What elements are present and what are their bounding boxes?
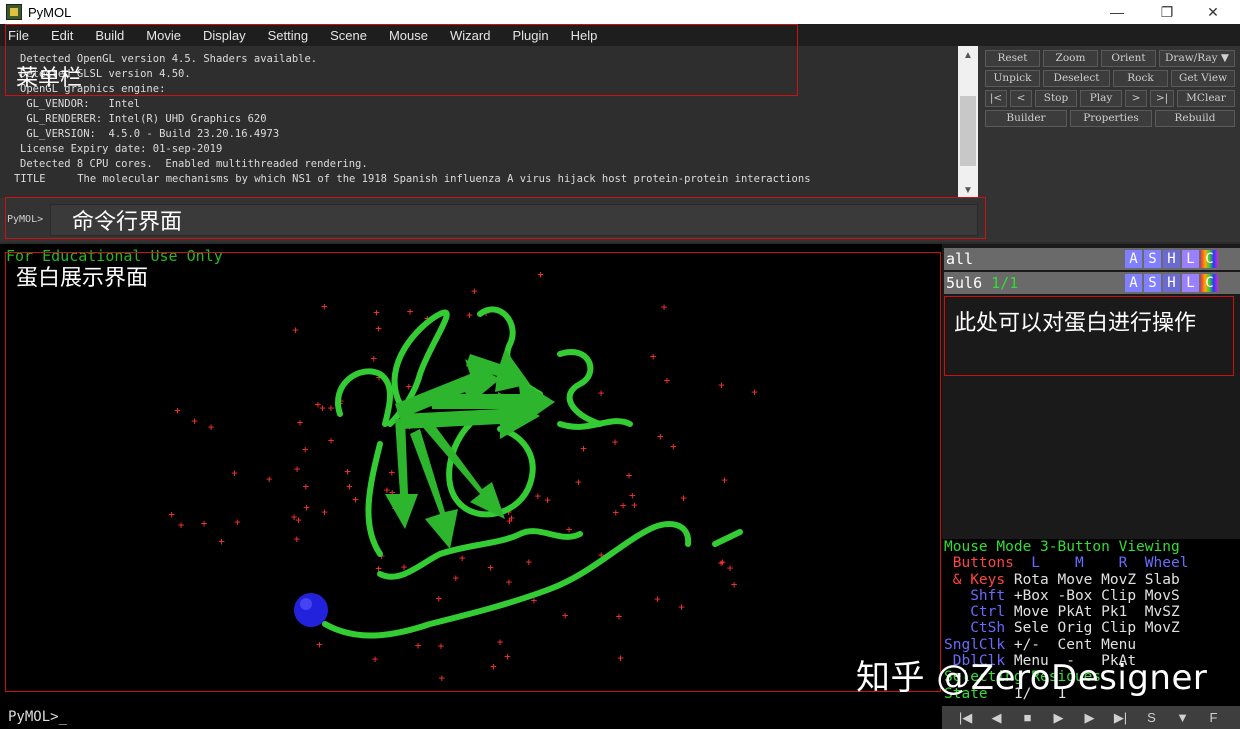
properties-button[interactable]: Properties — [1070, 110, 1152, 127]
unpick-button[interactable]: Unpick — [985, 70, 1040, 87]
deselect-button[interactable]: Deselect — [1043, 70, 1110, 87]
text-cursor: _ — [58, 709, 68, 725]
console-line: GL_VERSION: 4.5.0 - Build 23.20.16.4973 — [20, 128, 280, 140]
orient-button[interactable]: Orient — [1101, 50, 1156, 67]
keys-values: Rota Move MovZ Slab — [1005, 571, 1180, 588]
console-line: License Expiry date: 01-sep-2019 — [20, 143, 223, 155]
zoom-button[interactable]: Zoom — [1043, 50, 1098, 67]
protein-view-annotation-box — [5, 252, 941, 692]
console-line: TITLE The molecular mechanisms by which … — [14, 173, 811, 185]
scene-button[interactable]: S — [1136, 710, 1167, 725]
menu-bar-annotation: 菜单栏 — [16, 66, 83, 91]
action-button[interactable]: A — [1125, 274, 1142, 292]
keys-label: & Keys — [944, 571, 1006, 588]
object-name[interactable]: all — [946, 250, 973, 268]
expand-down-icon[interactable]: ▼ — [1167, 710, 1198, 725]
window-title: PyMOL — [28, 4, 72, 20]
buttons-label: Buttons — [952, 555, 1014, 572]
next-frame-button[interactable]: > — [1125, 90, 1147, 107]
show-button[interactable]: S — [1144, 250, 1161, 268]
viewer-command-input[interactable]: PyMOL>_ — [0, 706, 942, 729]
play-button[interactable]: Play — [1080, 90, 1122, 107]
object-state: 1/1 — [991, 274, 1019, 292]
ctrl-values: Move PkAt Pk1 MvSZ — [1005, 604, 1180, 621]
mouse-mode-value[interactable]: 3-Button Viewing — [1040, 539, 1180, 555]
play-icon[interactable]: ▶ — [1043, 710, 1074, 726]
mclear-button[interactable]: MClear — [1177, 90, 1235, 107]
last-frame-button[interactable]: >| — [1150, 90, 1174, 107]
maximize-button[interactable]: ❐ — [1144, 0, 1190, 24]
color-button[interactable]: C — [1201, 250, 1218, 268]
label-button[interactable]: L — [1182, 274, 1199, 292]
minimize-button[interactable]: — — [1094, 0, 1140, 24]
rock-button[interactable]: Rock — [1113, 70, 1168, 87]
fullscreen-button[interactable]: F — [1198, 710, 1229, 725]
object-name-group[interactable]: 5ul6 1/1 — [946, 274, 1018, 292]
scroll-up-icon[interactable]: ▲ — [958, 50, 978, 61]
prev-frame-icon[interactable]: ◀ — [981, 710, 1012, 726]
object-name[interactable]: 5ul6 — [946, 274, 982, 292]
first-frame-icon[interactable]: |◀ — [950, 710, 981, 726]
object-row-all[interactable]: all A S H L C — [944, 248, 1240, 270]
scroll-down-icon[interactable]: ▼ — [958, 185, 978, 196]
hide-button[interactable]: H — [1163, 274, 1180, 292]
stop-icon[interactable]: ■ — [1012, 710, 1043, 725]
hide-button[interactable]: H — [1163, 250, 1180, 268]
viewer-prompt: PyMOL> — [8, 709, 59, 725]
shift-label: Shft — [944, 587, 1006, 604]
rebuild-button[interactable]: Rebuild — [1155, 110, 1235, 127]
window-titlebar: PyMOL — ❐ ✕ — [0, 0, 1240, 24]
show-button[interactable]: S — [1144, 274, 1161, 292]
buttons-columns: L M R Wheel — [1013, 555, 1189, 572]
ctsh-label: CtSh — [944, 620, 1006, 637]
menu-bar-annotation-box — [5, 24, 798, 96]
protein-view-annotation: 蛋白展示界面 — [16, 266, 149, 291]
mouse-mode-label: Mouse Mode — [944, 539, 1041, 555]
object-panel-annotation: 此处可以对蛋白进行操作 — [954, 311, 1197, 336]
next-frame-icon[interactable]: ▶ — [1074, 710, 1105, 726]
builder-button[interactable]: Builder — [985, 110, 1067, 127]
get-view-button[interactable]: Get View — [1171, 70, 1235, 87]
command-line-annotation: 命令行界面 — [72, 210, 183, 235]
ctsh-values: Sele Orig Clip MovZ — [1005, 620, 1180, 637]
shift-values: +Box -Box Clip MovS — [1005, 587, 1180, 604]
close-button[interactable]: ✕ — [1190, 0, 1236, 24]
last-frame-icon[interactable]: ▶| — [1105, 710, 1136, 726]
console-line: Detected 8 CPU cores. Enabled multithrea… — [20, 158, 368, 170]
reset-button[interactable]: Reset — [985, 50, 1040, 67]
object-panel: all A S H L C 5ul6 1/1 A S H L C — [942, 244, 1240, 539]
draw-ray-button[interactable]: Draw/Ray ▼ — [1159, 50, 1235, 67]
control-button-panel: Reset Zoom Orient Draw/Ray ▼ Unpick Dese… — [978, 46, 1240, 242]
site-watermark: 知乎 @ZeroDesigner — [856, 658, 1208, 698]
first-frame-button[interactable]: |< — [985, 90, 1007, 107]
pymol-app-icon — [6, 4, 22, 20]
color-button[interactable]: C — [1201, 274, 1218, 292]
playback-controls: |◀ ◀ ■ ▶ ▶ ▶| S ▼ F — [942, 706, 1240, 729]
scroll-thumb[interactable] — [960, 96, 976, 166]
console-scrollbar[interactable]: ▲ ▼ — [958, 46, 978, 198]
label-button[interactable]: L — [1182, 250, 1199, 268]
object-row-5ul6[interactable]: 5ul6 1/1 A S H L C — [944, 272, 1240, 294]
ctrl-label: Ctrl — [944, 604, 1006, 621]
console-line: GL_VENDOR: Intel — [20, 98, 141, 110]
action-button[interactable]: A — [1125, 250, 1142, 268]
prev-frame-button[interactable]: < — [1010, 90, 1032, 107]
stop-button[interactable]: Stop — [1035, 90, 1077, 107]
console-line: GL_RENDERER: Intel(R) UHD Graphics 620 — [20, 113, 267, 125]
